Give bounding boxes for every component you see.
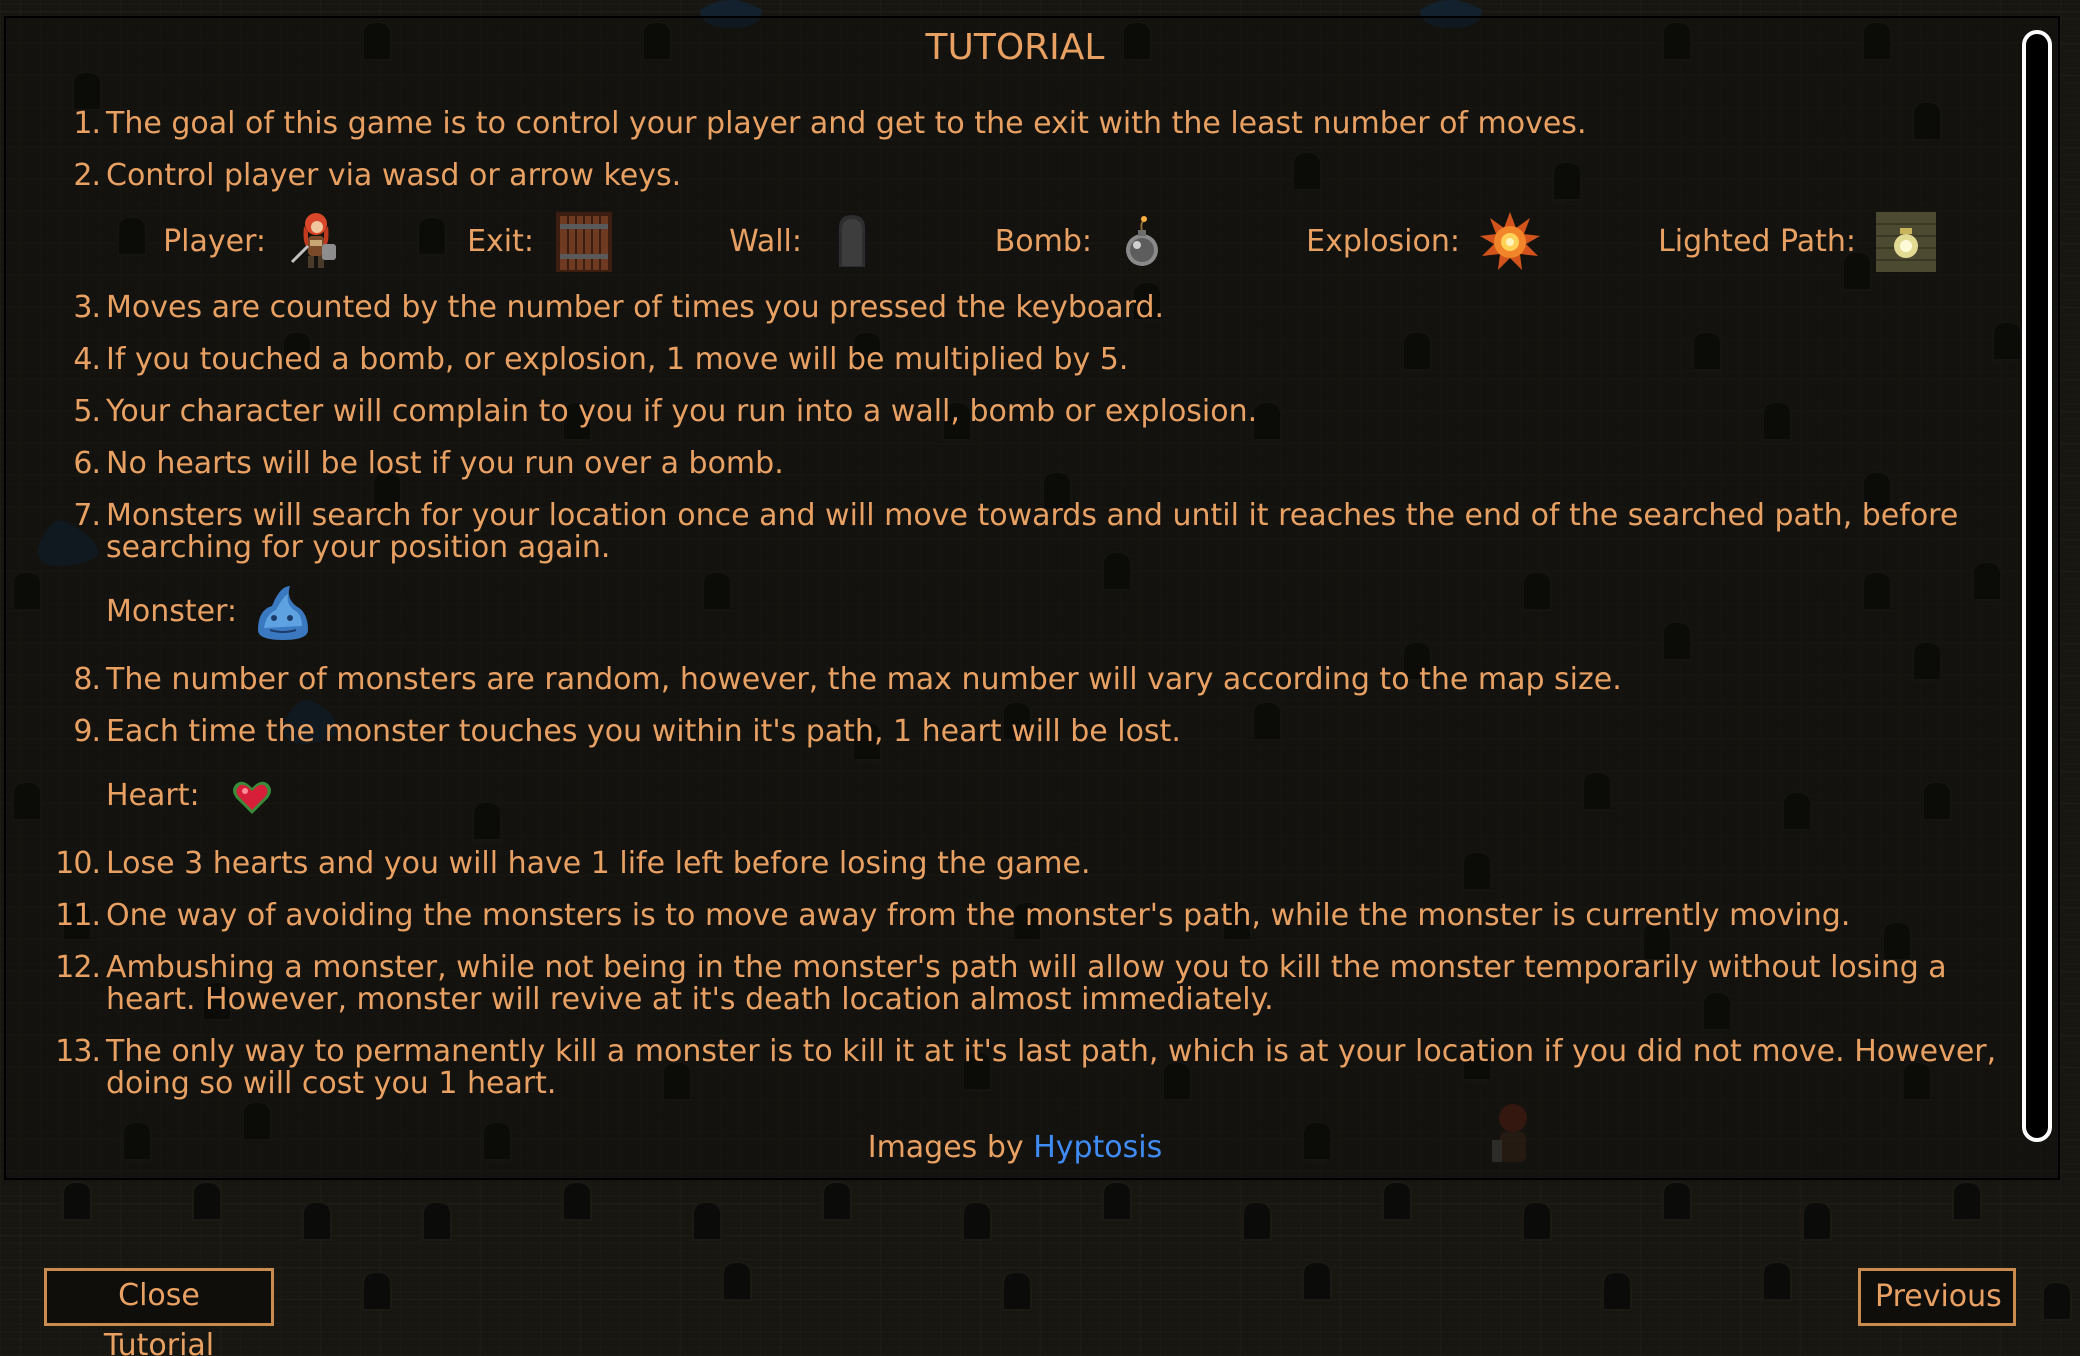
close-tutorial-button[interactable]: Close Tutorial bbox=[44, 1268, 274, 1356]
heart-icon bbox=[233, 781, 271, 814]
image-credits: Images by Hyptosis bbox=[0, 1130, 2030, 1166]
legend-label: Lighted Path: bbox=[1658, 224, 1856, 259]
step-text: Monsters will search for your location o… bbox=[106, 498, 1959, 565]
legend-label: Bomb: bbox=[994, 224, 1092, 259]
legend-label: Wall: bbox=[729, 224, 802, 259]
step-text: Moves are counted by the number of times… bbox=[106, 290, 1165, 325]
legend-explosion: Explosion: bbox=[1306, 210, 1542, 274]
legend-label: Player: bbox=[163, 224, 266, 259]
lighted-path-lantern-icon bbox=[1876, 212, 1936, 272]
step-text: The number of monsters are random, howev… bbox=[106, 662, 1622, 697]
step-number: 10. bbox=[55, 846, 101, 881]
step-text: The only way to permanently kill a monst… bbox=[106, 1034, 1997, 1101]
legend-label: Monster: bbox=[106, 594, 238, 629]
step-text: Control player via wasd or arrow keys. bbox=[106, 158, 682, 193]
step-number: 8. bbox=[73, 662, 101, 697]
legend-lighted-path: Lighted Path: bbox=[1658, 210, 1938, 274]
step-text: No hearts will be lost if you run over a… bbox=[106, 446, 784, 481]
step-number: 6. bbox=[73, 446, 101, 481]
step-number: 9. bbox=[73, 714, 101, 749]
step-number: 13. bbox=[55, 1034, 101, 1069]
exit-door-icon bbox=[556, 212, 612, 272]
step-text: Ambushing a monster, while not being in … bbox=[106, 950, 1947, 1017]
step-text: One way of avoiding the monsters is to m… bbox=[106, 898, 1851, 933]
wall-tombstone-icon bbox=[837, 212, 867, 269]
step-text: The goal of this game is to control your… bbox=[106, 106, 1587, 141]
explosion-icon bbox=[1480, 212, 1540, 270]
credits-prefix: Images by bbox=[867, 1130, 1024, 1165]
step-text: Lose 3 hearts and you will have 1 life l… bbox=[106, 846, 1091, 881]
legend-label: Exit: bbox=[467, 224, 534, 259]
legend-wall: Wall: bbox=[729, 210, 884, 274]
legend-exit: Exit: bbox=[467, 210, 616, 274]
step-number: 11. bbox=[55, 898, 101, 933]
slime-monster-icon bbox=[258, 586, 308, 640]
player-icon bbox=[290, 213, 336, 268]
legend-monster: Monster: bbox=[106, 580, 320, 644]
step-number: 7. bbox=[73, 498, 101, 533]
legend-heart: Heart: bbox=[106, 764, 271, 828]
step-text: If you touched a bomb, or explosion, 1 m… bbox=[106, 342, 1129, 377]
legend-label: Explosion: bbox=[1306, 224, 1460, 259]
tutorial-title: TUTORIAL bbox=[925, 27, 1105, 68]
step-number: 2. bbox=[73, 158, 101, 193]
sprite-legend: Player: Exit: Wall: Bomb: Explosion: Lig… bbox=[0, 210, 2030, 274]
legend-player: Player: bbox=[163, 210, 348, 274]
step-text: Each time the monster touches you within… bbox=[106, 714, 1181, 749]
step-number: 5. bbox=[73, 394, 101, 429]
legend-label: Heart: bbox=[106, 778, 200, 813]
step-number: 4. bbox=[73, 342, 101, 377]
bomb-icon bbox=[1126, 216, 1158, 266]
scrollbar[interactable] bbox=[2022, 30, 2052, 1142]
step-number: 12. bbox=[55, 950, 101, 985]
legend-bomb: Bomb: bbox=[995, 210, 1174, 274]
step-number: 1. bbox=[73, 106, 101, 141]
step-text: Your character will complain to you if y… bbox=[106, 394, 1258, 429]
credits-link[interactable]: Hyptosis bbox=[1033, 1130, 1162, 1165]
previous-button[interactable]: Previous bbox=[1858, 1268, 2016, 1326]
step-number: 3. bbox=[73, 290, 101, 325]
